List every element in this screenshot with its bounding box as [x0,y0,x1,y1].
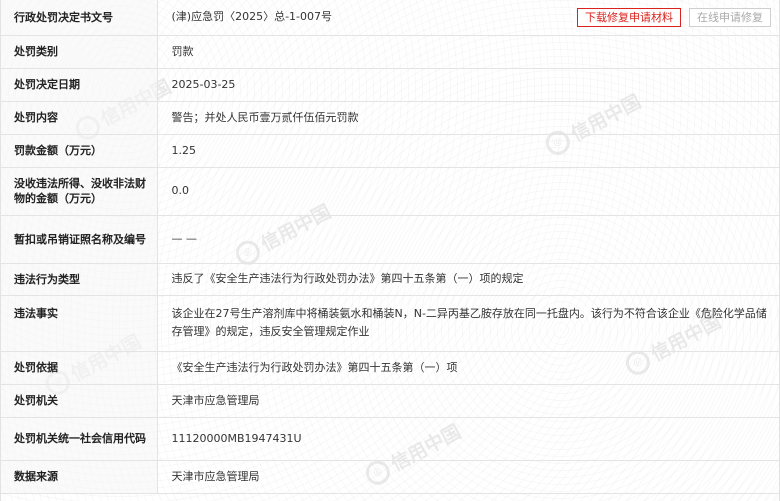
row-value-cell: (津)应急罚〈2025〉总-1-007号 下载修复申请材料 在线申请修复 [157,0,779,36]
row-value: 天津市应急管理局 [157,384,779,418]
table-row: 没收违法所得、没收非法财物的金额（万元） 0.0 [1,167,779,216]
row-label: 处罚机关 [1,384,158,418]
row-label: 没收违法所得、没收非法财物的金额（万元） [1,167,158,216]
row-value: 该企业在27号生产溶剂库中将桶装氨水和桶装N，N-二异丙基乙胺存放在同一托盘内。… [157,295,779,352]
row-value: 罚款 [157,35,779,69]
table-row: 处罚内容 警告；并处人民币壹万贰仟伍佰元罚款 [1,101,779,135]
download-repair-materials-button[interactable]: 下载修复申请材料 [577,7,681,27]
online-repair-apply-button[interactable]: 在线申请修复 [689,7,771,27]
table-row: 行政处罚决定书文号 (津)应急罚〈2025〉总-1-007号 下载修复申请材料 … [1,0,779,36]
row-label: 违法行为类型 [1,263,158,296]
row-value: 违反了《安全生产违法行为行政处罚办法》第四十五条第（一）项的规定 [157,263,779,296]
row-value: — — [157,215,779,264]
table-row: 罚款金额（万元） 1.25 [1,134,779,168]
row-label: 暂扣或吊销证照名称及编号 [1,215,158,264]
table-row: 暂扣或吊销证照名称及编号 — — [1,215,779,264]
row-label: 行政处罚决定书文号 [1,0,158,36]
table-row: 违法事实 该企业在27号生产溶剂库中将桶装氨水和桶装N，N-二异丙基乙胺存放在同… [1,295,779,352]
row-label: 违法事实 [1,295,158,352]
row-value: 警告；并处人民币壹万贰仟伍佰元罚款 [157,101,779,135]
decision-number-value: (津)应急罚〈2025〉总-1-007号 [171,10,333,24]
row-label: 处罚内容 [1,101,158,135]
row-label: 罚款金额（万元） [1,134,158,168]
penalty-detail-panel: ◎信用中国 ◎信用中国 ◎信用中国 ◎信用中国 ◎信用中国 ◎信用中国 行政处罚… [0,0,780,501]
row-label: 处罚依据 [1,351,158,385]
row-value: 0.0 [157,167,779,216]
table-row: 处罚机关 天津市应急管理局 [1,384,779,418]
row-label: 处罚类别 [1,35,158,69]
row-value: 2025-03-25 [157,68,779,102]
row-label: 数据来源 [1,460,158,494]
table-row: 处罚类别 罚款 [1,35,779,69]
table-row: 违法行为类型 违反了《安全生产违法行为行政处罚办法》第四十五条第（一）项的规定 [1,263,779,296]
table-row: 处罚机关统一社会信用代码 11120000MB1947431U [1,417,779,461]
row-value: 11120000MB1947431U [157,417,779,461]
row-value: 1.25 [157,134,779,168]
table-row: 数据来源 天津市应急管理局 [1,460,779,494]
penalty-info-table: 行政处罚决定书文号 (津)应急罚〈2025〉总-1-007号 下载修复申请材料 … [1,0,779,494]
table-row: 处罚依据 《安全生产违法行为行政处罚办法》第四十五条第（一）项 [1,351,779,385]
row-value: 天津市应急管理局 [157,460,779,494]
table-row: 处罚决定日期 2025-03-25 [1,68,779,102]
row-value: 《安全生产违法行为行政处罚办法》第四十五条第（一）项 [157,351,779,385]
row-label: 处罚决定日期 [1,68,158,102]
row-label: 处罚机关统一社会信用代码 [1,417,158,461]
